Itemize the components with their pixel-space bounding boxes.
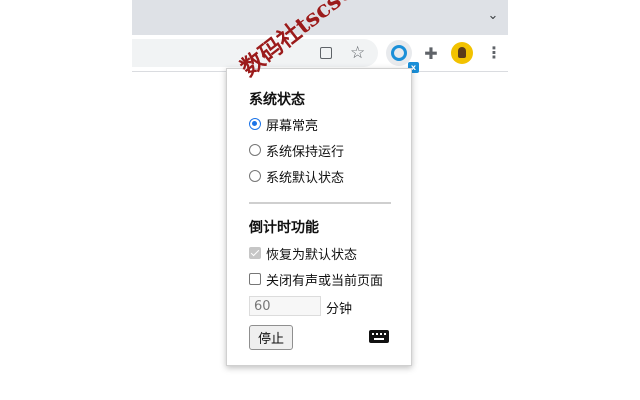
system-state-title: 系统状态 [249,92,305,108]
minutes-unit-label: 分钟 [326,302,353,317]
option-screen-on[interactable]: 屏幕常亮 [249,115,319,134]
checkbox-restore-default [249,247,261,259]
stop-button[interactable]: 停止 [249,325,293,350]
puzzle-icon[interactable]: ✚ [418,40,444,66]
keyboard-icon[interactable] [369,330,389,343]
minutes-input[interactable] [249,296,321,316]
option-label: 屏幕常亮 [266,118,319,134]
install-app-icon[interactable] [320,47,332,59]
radio-system-default[interactable] [249,170,261,182]
section-divider [249,202,391,204]
countdown-title: 倒计时功能 [249,220,319,236]
tab-search-chevron-icon[interactable]: ⌄ [486,9,500,23]
option-label: 系统保持运行 [266,144,345,160]
radio-screen-on[interactable] [249,118,261,130]
gear-icon: x [391,45,419,73]
option-label: 系统默认状态 [266,170,345,186]
checkbox-close-audible[interactable] [249,273,261,285]
kebab-menu-icon[interactable]: ⋮ [484,43,504,63]
bookmark-star-icon[interactable]: ☆ [350,42,365,64]
option-label: 恢复为默认状态 [266,247,358,263]
avatar-icon [451,42,473,64]
option-keep-running[interactable]: 系统保持运行 [249,141,345,160]
radio-keep-running[interactable] [249,144,261,156]
option-restore-default: 恢复为默认状态 [249,244,358,263]
option-label: 关闭有声或当前页面 [266,273,384,289]
browser-toolbar: ☆ x ✚ ⋮ [132,35,508,73]
option-close-audible[interactable]: 关闭有声或当前页面 [249,270,384,289]
option-system-default[interactable]: 系统默认状态 [249,167,345,186]
extension-popup: 系统状态 屏幕常亮 系统保持运行 系统默认状态 倒计时功能 恢复为默认状态 关闭… [226,68,412,366]
avatar[interactable] [449,40,475,66]
extension-active-button[interactable]: x [386,40,419,73]
